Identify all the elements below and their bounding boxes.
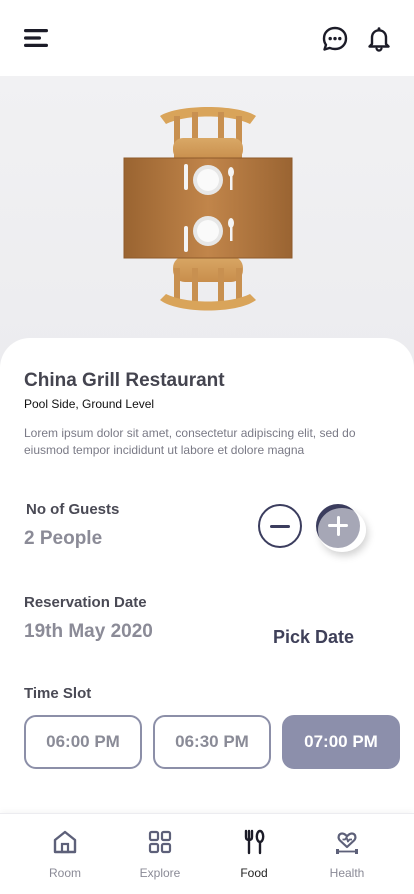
home-icon [51, 828, 79, 856]
restaurant-name: China Grill Restaurant [24, 370, 225, 391]
menu-button[interactable] [20, 24, 52, 52]
guests-value: 2 People [24, 528, 103, 549]
notifications-button[interactable] [362, 22, 396, 56]
cutlery-icon [240, 828, 268, 856]
menu-icon [24, 29, 48, 47]
nav-label: Room [48, 866, 81, 880]
time-slot-label: Time Slot [24, 685, 92, 702]
chat-button[interactable] [318, 22, 352, 56]
nav-item-food[interactable]: Food [214, 828, 294, 888]
nav-label: Health [329, 866, 365, 880]
reservation-card: China Grill Restaurant Pool Side, Ground… [0, 338, 414, 813]
guests-label: No of Guests [26, 501, 120, 518]
nav-item-health[interactable]: Health [307, 828, 387, 888]
hero-area [0, 76, 414, 366]
nav-label: Food [240, 866, 268, 880]
reservation-date-value: 19th May 2020 [24, 621, 153, 642]
press-effect [318, 508, 366, 552]
decrease-guests-button[interactable] [258, 504, 302, 548]
dining-table-illustration [123, 107, 293, 311]
nav-label: Explore [139, 866, 181, 880]
nav-item-room[interactable]: Room [25, 828, 105, 888]
restaurant-description: Lorem ipsum dolor sit amet, consectetur … [24, 426, 356, 457]
time-slot-option-selected[interactable]: 07:00 PM [282, 715, 400, 769]
chat-icon [322, 26, 348, 51]
time-slot-option[interactable]: 06:30 PM [153, 715, 271, 769]
bell-icon [368, 27, 390, 52]
heart-dumbbell-icon [333, 828, 361, 856]
reservation-date-label: Reservation Date [24, 594, 147, 611]
top-bar [0, 0, 414, 76]
time-slot-option[interactable]: 06:00 PM [24, 715, 142, 769]
grid-icon [146, 828, 174, 856]
nav-item-explore[interactable]: Explore [120, 828, 200, 888]
restaurant-location: Pool Side, Ground Level [24, 397, 155, 411]
bottom-navigation: Room Explore Food Health [0, 813, 414, 894]
pick-date-button[interactable]: Pick Date [273, 627, 354, 648]
